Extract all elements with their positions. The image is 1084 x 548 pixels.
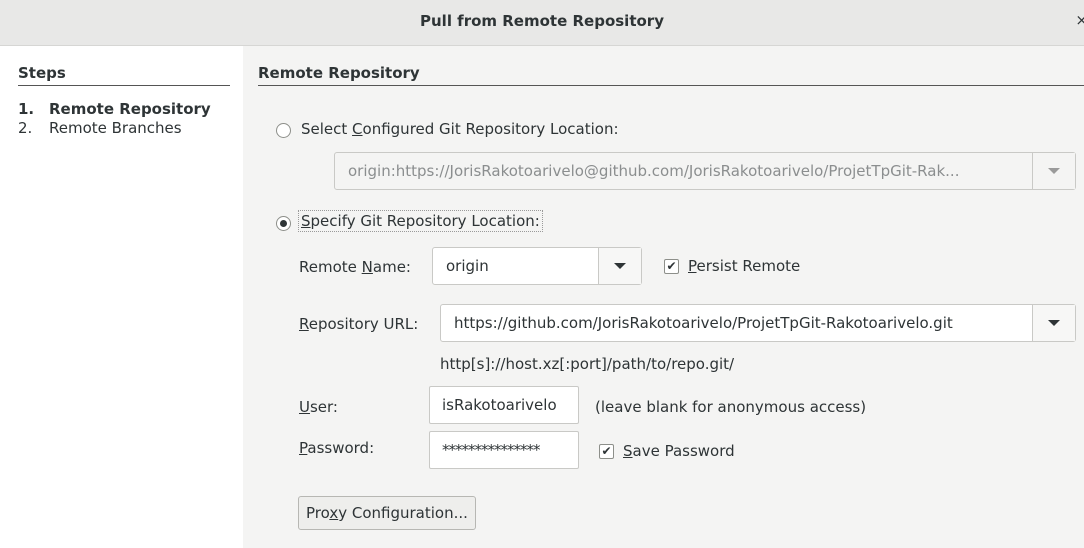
configured-location-dropdown-button[interactable]	[1032, 153, 1075, 189]
steps-header: Steps	[18, 64, 230, 86]
chevron-down-icon	[614, 263, 626, 269]
remote-name-combo[interactable]: origin	[432, 247, 642, 285]
step-item-remote-repository: 1. Remote Repository	[18, 100, 211, 118]
step-item-remote-branches: 2. Remote Branches	[18, 119, 182, 137]
persist-remote-label[interactable]: Persist Remote	[688, 257, 800, 275]
save-password-label[interactable]: Save Password	[623, 442, 735, 460]
repository-url-dropdown-button[interactable]	[1032, 305, 1075, 341]
remote-name-label: Remote Name:	[299, 258, 411, 276]
repository-url-value: https://github.com/JorisRakotoarivelo/Pr…	[454, 314, 953, 332]
save-password-checkbox[interactable]: ✔	[599, 444, 614, 459]
password-field[interactable]: ***************	[429, 431, 579, 469]
dialog-title-bar: Pull from Remote Repository ×	[0, 0, 1084, 46]
repository-url-hint: http[s]://host.xz[:port]/path/to/repo.gi…	[440, 355, 735, 373]
chevron-down-icon	[1048, 320, 1060, 326]
configured-location-combo[interactable]: origin:https://JorisRakotoarivelo@github…	[334, 152, 1076, 190]
dialog-title: Pull from Remote Repository	[420, 12, 664, 30]
steps-panel: Steps 1. Remote Repository 2. Remote Branc…	[0, 46, 243, 548]
user-label: User:	[299, 398, 338, 416]
repository-url-label: Repository URL:	[299, 315, 419, 333]
specify-location-radio[interactable]	[276, 216, 291, 231]
step-number: 1.	[18, 100, 35, 118]
step-number: 2.	[18, 119, 33, 137]
step-label: Remote Repository	[49, 100, 211, 118]
configured-location-radio[interactable]	[276, 123, 291, 138]
user-hint: (leave blank for anonymous access)	[595, 398, 867, 416]
close-icon[interactable]: ×	[1075, 11, 1084, 29]
specify-location-label[interactable]: Specify Git Repository Location:	[298, 210, 543, 232]
proxy-configuration-button[interactable]: Proxy Configuration...	[298, 496, 476, 530]
repository-url-combo[interactable]: https://github.com/JorisRakotoarivelo/Pr…	[440, 304, 1076, 342]
chevron-down-icon	[1048, 168, 1060, 174]
persist-remote-checkbox[interactable]: ✔	[664, 259, 679, 274]
configured-location-label[interactable]: Select Configured Git Repository Locatio…	[301, 120, 619, 138]
content-panel: Remote Repository Select Configured Git …	[243, 46, 1084, 548]
step-label: Remote Branches	[49, 119, 182, 137]
password-label: Password:	[299, 439, 375, 457]
configured-location-value: origin:https://JorisRakotoarivelo@github…	[348, 162, 960, 180]
remote-name-value: origin	[446, 257, 489, 275]
remote-name-dropdown-button[interactable]	[598, 248, 641, 284]
password-value: ***************	[442, 441, 540, 459]
panel-header: Remote Repository	[258, 64, 1084, 86]
user-field[interactable]: isRakotoarivelo	[429, 386, 579, 424]
user-value: isRakotoarivelo	[442, 396, 557, 414]
